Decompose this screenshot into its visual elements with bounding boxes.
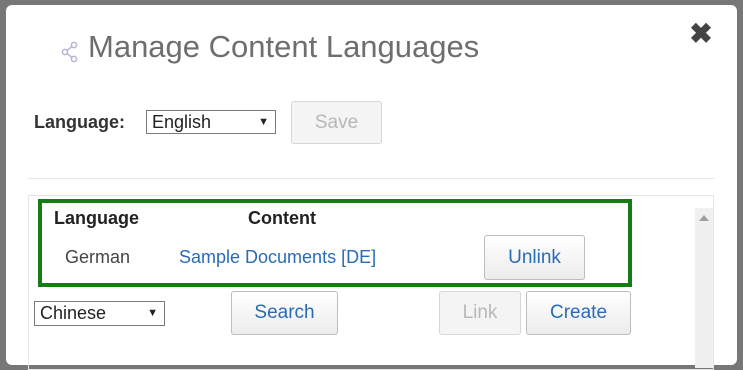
divider — [28, 178, 715, 179]
search-button[interactable]: Search — [231, 291, 338, 335]
link-button[interactable]: Link — [439, 291, 521, 335]
manage-languages-dialog: Manage Content Languages ✖ Language: Eng… — [6, 5, 737, 370]
share-icon — [61, 41, 78, 63]
chevron-down-icon: ▼ — [147, 307, 158, 319]
language-label: Language: — [34, 112, 126, 132]
language-select-value: English — [152, 112, 212, 132]
language-select[interactable]: English ▼ — [146, 110, 276, 134]
scrollbar[interactable] — [695, 208, 713, 368]
row-language: German — [65, 247, 131, 267]
header-content: Content — [248, 208, 316, 228]
create-button[interactable]: Create — [526, 291, 631, 335]
new-language-select-value: Chinese — [40, 303, 107, 323]
header-language: Language — [54, 208, 140, 228]
unlink-button[interactable]: Unlink — [484, 235, 585, 280]
dialog-title: Manage Content Languages — [88, 29, 480, 64]
new-language-select[interactable]: Chinese ▼ — [34, 301, 165, 326]
close-icon[interactable]: ✖ — [689, 20, 713, 48]
chevron-down-icon: ▼ — [258, 116, 269, 128]
save-button[interactable]: Save — [291, 101, 382, 144]
scroll-up-icon[interactable] — [699, 215, 709, 221]
content-link[interactable]: Sample Documents [DE] — [179, 247, 376, 268]
